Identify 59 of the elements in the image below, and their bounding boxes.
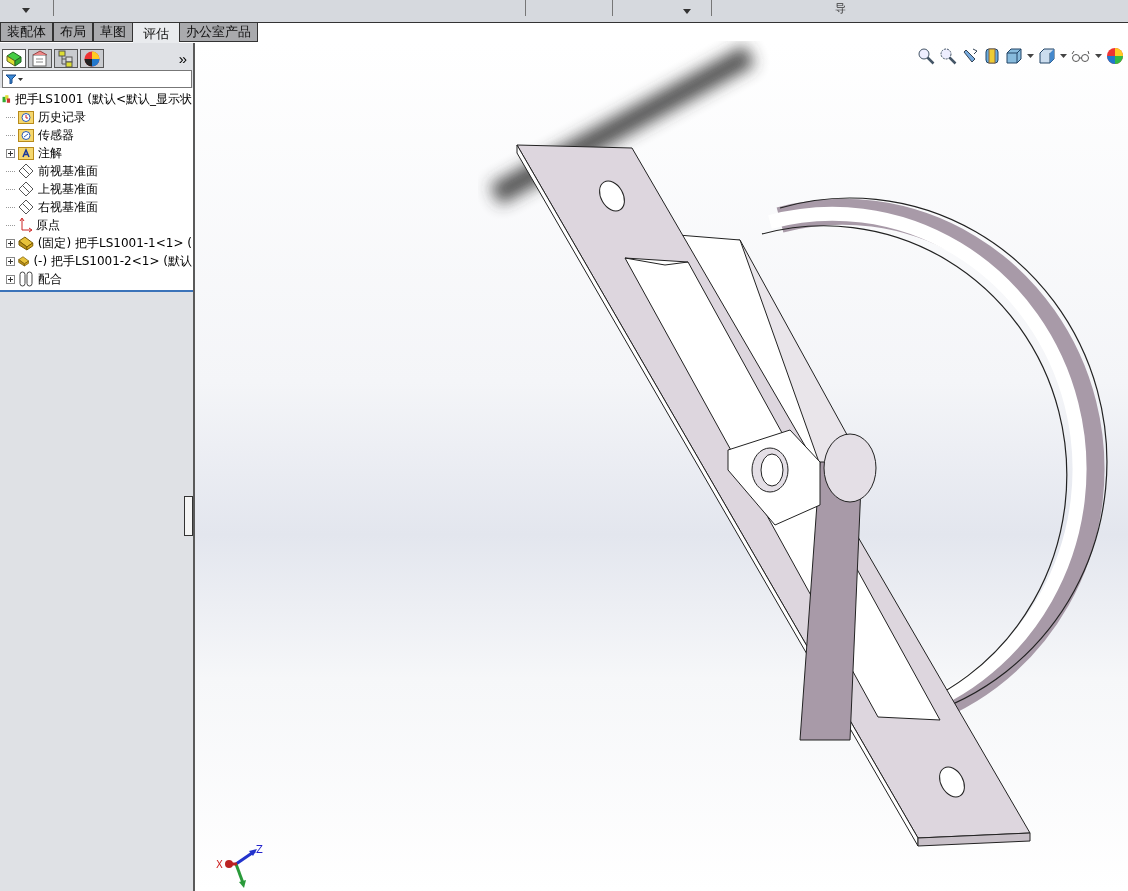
dropdown-caret-icon [683, 9, 691, 14]
panel-collapse-handle[interactable] [184, 496, 193, 536]
tree-item[interactable]: 配合 [37, 270, 63, 288]
expand-icon[interactable] [6, 274, 15, 284]
panel-tab[interactable] [54, 49, 78, 68]
tree-item[interactable]: 把手LS1001 (默认<默认_显示状 [13, 90, 193, 108]
tree-item[interactable]: 原点 [35, 216, 61, 234]
axis-triad-drawing [225, 849, 257, 888]
part-block-icon [18, 235, 34, 251]
panel-tab[interactable] [28, 49, 52, 68]
cube-icon[interactable] [1038, 47, 1056, 65]
ribbon-tab[interactable]: 布局 [53, 23, 93, 42]
tree-item[interactable]: 历史记录 [37, 108, 87, 126]
panel-tab[interactable] [2, 49, 26, 68]
dropdown-caret-icon[interactable] [1060, 54, 1067, 58]
section-view-icon[interactable] [983, 47, 1001, 65]
gauge-folder-icon [18, 128, 34, 142]
z-axis-label: Z [256, 844, 263, 855]
previous-view-icon[interactable] [961, 47, 979, 65]
tree-item[interactable]: 传感器 [37, 126, 75, 144]
glasses-icon[interactable] [1071, 49, 1091, 63]
origin-icon [18, 217, 32, 233]
tree-item[interactable]: (-) 把手LS1001-2<1> (默认 [32, 252, 193, 270]
ribbon-tab[interactable]: 评估 [133, 23, 179, 44]
clock-folder-icon [18, 110, 34, 124]
filter-icon [5, 74, 23, 84]
zoom-fit-icon[interactable] [917, 47, 935, 65]
tree-item[interactable]: 注解 [37, 144, 63, 162]
tree-item[interactable]: 右视基准面 [37, 198, 99, 216]
zoom-area-icon[interactable] [939, 47, 957, 65]
ribbon-label-fragment: 导 [835, 3, 846, 15]
property-sheet-icon [31, 49, 49, 68]
paperclip-icon [18, 271, 34, 287]
x-axis-label: X [216, 859, 223, 870]
panel-tab[interactable] [80, 49, 104, 68]
feature-tree-icon [5, 49, 23, 68]
color-wheel-icon [83, 49, 101, 68]
expand-icon[interactable] [6, 256, 15, 266]
plane-icon [18, 181, 34, 197]
part-block-icon [18, 253, 30, 269]
view-orientation-icon[interactable] [1005, 47, 1023, 65]
ribbon-tab[interactable]: 办公室产品 [179, 23, 258, 42]
letter-a-folder-icon [18, 146, 34, 160]
expand-icon[interactable] [6, 238, 15, 248]
tree-item[interactable]: 前视基准面 [37, 162, 99, 180]
filter-field[interactable] [2, 70, 192, 88]
hierarchy-icon [57, 49, 75, 68]
tree-item[interactable]: 上视基准面 [37, 180, 99, 198]
dropdown-caret-icon[interactable] [1027, 54, 1034, 58]
dropdown-caret-icon[interactable] [1095, 54, 1102, 58]
plane-icon [18, 199, 34, 215]
expand-icon[interactable] [6, 148, 15, 158]
ribbon-tab[interactable]: 装配体 [0, 23, 53, 42]
ribbon-tab[interactable]: 草图 [93, 23, 133, 42]
tree-item[interactable]: (固定) 把手LS1001-1<1> ( [36, 234, 193, 252]
plane-icon [18, 163, 34, 179]
dropdown-caret-icon [22, 8, 30, 13]
color-wheel-icon[interactable] [1106, 47, 1124, 65]
more-button[interactable]: » [178, 50, 187, 68]
